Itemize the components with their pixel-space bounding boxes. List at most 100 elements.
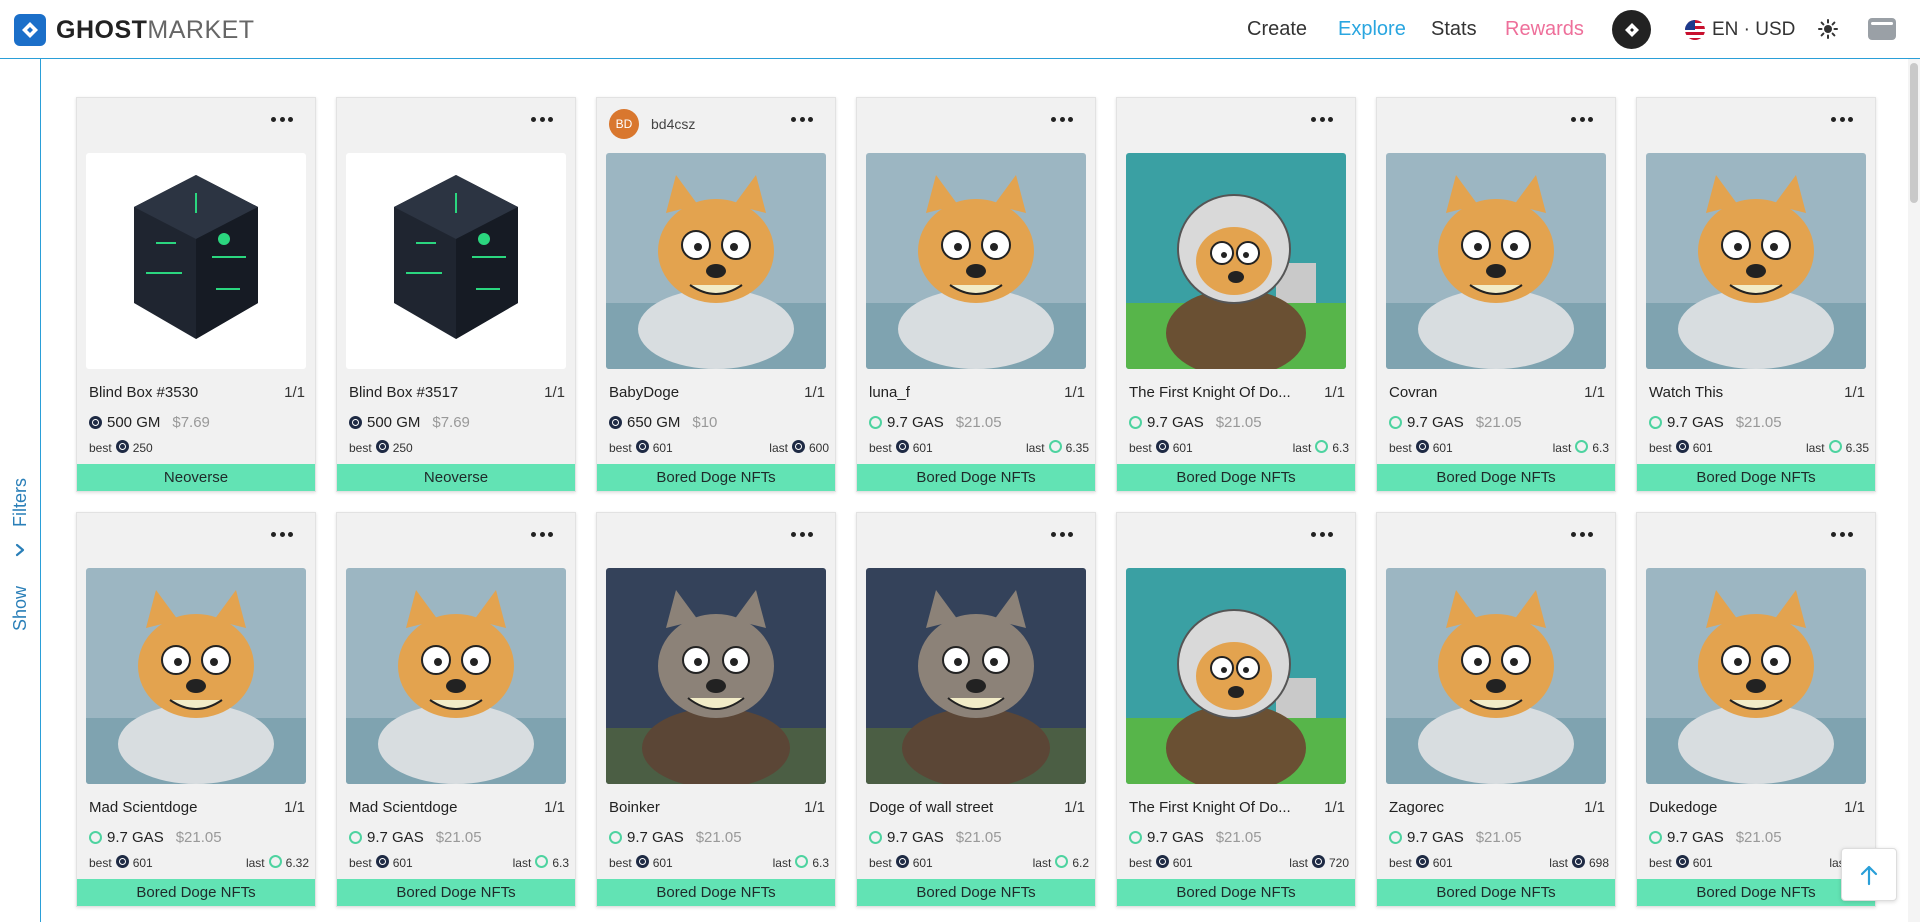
nft-name[interactable]: The First Knight Of Do... xyxy=(1129,799,1299,816)
collection-link[interactable]: Bored Doge NFTs xyxy=(597,879,835,906)
nft-card[interactable]: The First Knight Of Do... 1/1 9.7 GAS $21.0… xyxy=(1116,512,1356,907)
more-options-icon[interactable] xyxy=(1051,527,1073,541)
nft-name[interactable]: luna_f xyxy=(869,384,1039,401)
nft-name[interactable]: Mad Scientdoge xyxy=(89,799,259,816)
language-currency-selector[interactable]: EN · USD xyxy=(1685,0,1795,59)
last-sale-label: last xyxy=(512,856,532,870)
more-options-icon[interactable] xyxy=(1571,112,1593,126)
more-options-icon[interactable] xyxy=(1051,112,1073,126)
nft-image[interactable] xyxy=(86,568,306,784)
nft-image[interactable] xyxy=(866,568,1086,784)
nft-name[interactable]: The First Knight Of Do... xyxy=(1129,384,1299,401)
nft-card[interactable]: Blind Box #3517 1/1 500 GM $7.69 best 250 Neov… xyxy=(336,97,576,492)
nft-image[interactable] xyxy=(1126,568,1346,784)
nft-image[interactable] xyxy=(1386,153,1606,369)
nft-card[interactable]: Covran 1/1 9.7 GAS $21.05 best 601 last 6.3 Bore… xyxy=(1376,97,1616,492)
user-avatar-button[interactable] xyxy=(1612,10,1651,49)
nft-name[interactable]: Covran xyxy=(1389,384,1559,401)
nft-edition: 1/1 xyxy=(1844,799,1865,816)
nft-card[interactable]: Doge of wall street 1/1 9.7 GAS $21.05 best 6… xyxy=(856,512,1096,907)
more-options-icon[interactable] xyxy=(1831,112,1853,126)
nav-stats[interactable]: Stats xyxy=(1431,0,1477,59)
nft-card[interactable]: Watch This 1/1 9.7 GAS $21.05 best 601 last 6.3… xyxy=(1636,97,1876,492)
nft-image[interactable] xyxy=(606,153,826,369)
collection-link[interactable]: Bored Doge NFTs xyxy=(1377,879,1615,906)
gm-token-icon xyxy=(1571,855,1585,868)
ghostmarket-logo[interactable]: GHOSTMARKET xyxy=(14,14,255,46)
collection-link[interactable]: Bored Doge NFTs xyxy=(337,879,575,906)
nft-image[interactable] xyxy=(1386,568,1606,784)
nft-image[interactable] xyxy=(866,153,1086,369)
collection-link[interactable]: Bored Doge NFTs xyxy=(77,879,315,906)
nft-name[interactable]: Dukedoge xyxy=(1649,799,1819,816)
nft-image[interactable] xyxy=(606,568,826,784)
more-options-icon[interactable] xyxy=(1311,527,1333,541)
nft-name[interactable]: BabyDoge xyxy=(609,384,779,401)
collection-link[interactable]: Bored Doge NFTs xyxy=(597,464,835,491)
nft-image[interactable] xyxy=(1646,568,1866,784)
collection-link[interactable]: Bored Doge NFTs xyxy=(1637,879,1875,906)
more-options-icon[interactable] xyxy=(271,112,293,126)
nft-name[interactable]: Boinker xyxy=(609,799,779,816)
nft-name[interactable]: Zagorec xyxy=(1389,799,1559,816)
collection-link[interactable]: Bored Doge NFTs xyxy=(857,464,1095,491)
nft-card[interactable]: Boinker 1/1 9.7 GAS $21.05 best 601 last 6.3 Bor… xyxy=(596,512,836,907)
page-scrollbar[interactable] xyxy=(1908,59,1920,922)
nft-image[interactable] xyxy=(1126,153,1346,369)
collection-link[interactable]: Neoverse xyxy=(337,464,575,491)
collection-link[interactable]: Bored Doge NFTs xyxy=(1377,464,1615,491)
nft-name[interactable]: Mad Scientdoge xyxy=(349,799,519,816)
nft-card[interactable]: Zagorec 1/1 9.7 GAS $21.05 best 601 last 698 Bor… xyxy=(1376,512,1616,907)
last-sale-value: 720 xyxy=(1328,856,1349,870)
collection-link[interactable]: Bored Doge NFTs xyxy=(1637,464,1875,491)
nft-card[interactable]: Mad Scientdoge 1/1 9.7 GAS $21.05 best 601 las… xyxy=(336,512,576,907)
nft-name[interactable]: Doge of wall street xyxy=(869,799,1039,816)
nft-name[interactable]: Blind Box #3517 xyxy=(349,384,519,401)
nav-create[interactable]: Create xyxy=(1247,0,1307,59)
collection-link[interactable]: Bored Doge NFTs xyxy=(1117,464,1355,491)
gm-token-icon xyxy=(791,440,805,453)
collection-link[interactable]: Bored Doge NFTs xyxy=(857,879,1095,906)
more-options-icon[interactable] xyxy=(271,527,293,541)
more-options-icon[interactable] xyxy=(791,112,813,126)
card-owner[interactable]: BD bd4csz xyxy=(609,109,695,139)
nft-image[interactable] xyxy=(1646,153,1866,369)
filters-label: Filters xyxy=(10,478,30,527)
nft-image[interactable] xyxy=(346,568,566,784)
more-options-icon[interactable] xyxy=(1311,112,1333,126)
scrollbar-thumb[interactable] xyxy=(1910,63,1918,203)
more-options-icon[interactable] xyxy=(531,527,553,541)
filters-toggle[interactable]: Filters Show xyxy=(8,469,32,631)
back-to-top-button[interactable] xyxy=(1841,848,1897,901)
nft-card[interactable]: BD bd4csz BabyDoge 1/1 650 GM $10 best 601 last 6… xyxy=(596,97,836,492)
filters-sidebar[interactable]: Filters Show xyxy=(0,59,41,922)
nft-card[interactable]: Blind Box #3530 1/1 500 GM $7.69 best 250 Neov… xyxy=(76,97,316,492)
nav-explore[interactable]: Explore xyxy=(1338,0,1406,59)
nft-image[interactable] xyxy=(86,153,306,369)
collection-link[interactable]: Neoverse xyxy=(77,464,315,491)
nft-edition: 1/1 xyxy=(544,384,565,401)
more-options-icon[interactable] xyxy=(1571,527,1593,541)
nft-card[interactable]: Dukedoge 1/1 9.7 GAS $21.05 best 601 last Bored… xyxy=(1636,512,1876,907)
nav-rewards[interactable]: Rewards xyxy=(1505,0,1584,59)
price-usd: $10 xyxy=(692,414,718,431)
nft-card[interactable]: The First Knight Of Do... 1/1 9.7 GAS $21.0… xyxy=(1116,97,1356,492)
nft-price: 650 GM $10 xyxy=(609,414,717,431)
last-sale-label: last xyxy=(245,856,265,870)
wallet-icon[interactable] xyxy=(1868,18,1896,40)
nft-price: 9.7 GAS $21.05 xyxy=(1389,829,1522,846)
nft-name[interactable]: Blind Box #3530 xyxy=(89,384,259,401)
more-options-icon[interactable] xyxy=(1831,527,1853,541)
nft-card[interactable]: luna_f 1/1 9.7 GAS $21.05 best 601 last 6.35 Bor… xyxy=(856,97,1096,492)
collection-link[interactable]: Bored Doge NFTs xyxy=(1117,879,1355,906)
more-options-icon[interactable] xyxy=(791,527,813,541)
nft-price: 9.7 GAS $21.05 xyxy=(89,829,222,846)
gas-token-icon xyxy=(869,831,882,844)
nft-price: 9.7 GAS $21.05 xyxy=(1649,829,1782,846)
nft-name[interactable]: Watch This xyxy=(1649,384,1819,401)
nft-image[interactable] xyxy=(346,153,566,369)
best-offer: best 601 xyxy=(609,440,673,456)
theme-toggle-icon[interactable] xyxy=(1817,18,1839,40)
nft-card[interactable]: Mad Scientdoge 1/1 9.7 GAS $21.05 best 601 las… xyxy=(76,512,316,907)
more-options-icon[interactable] xyxy=(531,112,553,126)
